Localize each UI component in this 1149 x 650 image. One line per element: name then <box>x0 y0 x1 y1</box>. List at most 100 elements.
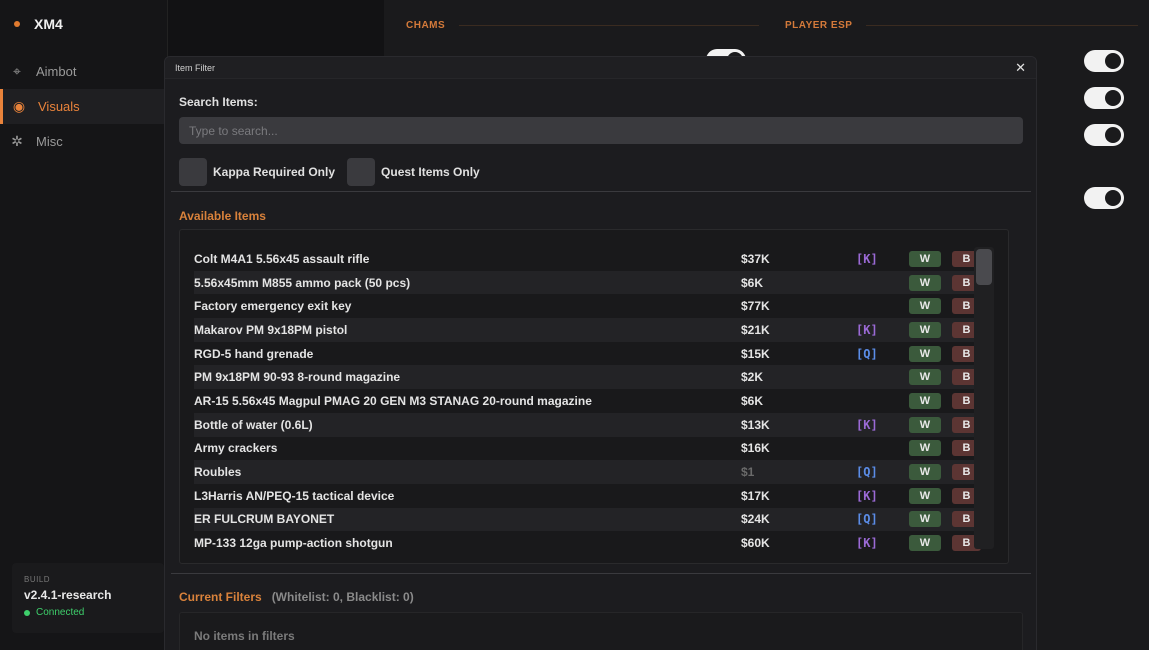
whitelist-button[interactable]: W <box>909 440 941 457</box>
whitelist-button[interactable]: W <box>909 298 941 315</box>
sidebar: XM4 ⌖ Aimbot ◉ Visuals ✲ Misc BUILD v2.4… <box>0 0 168 650</box>
whitelist-button[interactable]: W <box>909 321 941 338</box>
kappa-tag: [K] <box>856 417 878 432</box>
item-name: PM 9x18PM 90-93 8-round magazine <box>194 370 401 385</box>
sidebar-item-label: Misc <box>36 134 63 149</box>
connection-status-label: Connected <box>36 607 85 618</box>
item-price: $77K <box>741 299 770 314</box>
section-chams-title: CHAMS <box>406 20 446 31</box>
section-chams: CHAMS <box>406 20 760 31</box>
table-row: Factory emergency exit key $77K W B <box>194 294 984 318</box>
list-scrollbar[interactable] <box>974 247 994 549</box>
build-version: v2.4.1-research <box>24 588 112 602</box>
app-title: XM4 <box>34 16 63 32</box>
item-price: $60K <box>741 536 770 551</box>
item-name: AR-15 5.56x45 Magpul PMAG 20 GEN M3 STAN… <box>194 393 592 408</box>
sidebar-nav: ⌖ Aimbot ◉ Visuals ✲ Misc <box>0 54 164 159</box>
item-price: $13K <box>741 417 770 432</box>
quest-items-checkbox[interactable] <box>347 158 376 186</box>
quest-tag: [Q] <box>856 512 878 527</box>
whitelist-button[interactable]: W <box>909 345 941 362</box>
table-row: PM 9x18PM 90-93 8-round magazine $2K W B <box>194 365 984 390</box>
item-name: Roubles <box>194 465 242 480</box>
item-name: Factory emergency exit key <box>194 299 352 314</box>
kappa-tag: [K] <box>856 251 878 266</box>
section-player-esp: PLAYER ESP <box>785 20 1139 31</box>
table-row: RGD-5 hand grenade $15K [Q] W B <box>194 342 984 366</box>
item-price: $6K <box>741 275 764 290</box>
esp-toggle-1[interactable] <box>1084 50 1124 72</box>
esp-toggle-4[interactable] <box>1084 187 1124 209</box>
item-price: $15K <box>741 346 770 361</box>
item-price: $37K <box>741 251 770 266</box>
build-info: BUILD v2.4.1-research Connected <box>12 563 164 633</box>
table-row: 5.56x45mm M855 ammo pack (50 pcs) $6K W B <box>194 270 984 295</box>
item-price: $21K <box>741 322 770 337</box>
sidebar-item-visuals[interactable]: ◉ Visuals <box>0 89 164 124</box>
brand-dot-icon <box>14 21 20 27</box>
whitelist-button[interactable]: W <box>909 392 941 409</box>
quest-items-label: Quest Items Only <box>381 165 480 179</box>
item-name: Makarov PM 9x18PM pistol <box>194 322 348 337</box>
search-input[interactable] <box>179 117 1023 144</box>
item-filter-dialog: Item Filter ✕ Search Items: Kappa Requir… <box>164 56 1037 650</box>
item-list: Colt M4A1 5.56x45 assault rifle $37K [K] W B… <box>194 247 984 555</box>
esp-toggle-3[interactable] <box>1084 124 1124 146</box>
divider <box>171 191 1031 192</box>
filters-empty-message: No items in filters <box>194 629 295 643</box>
whitelist-button[interactable]: W <box>909 511 941 528</box>
table-row: Colt M4A1 5.56x45 assault rifle $37K [K] W B <box>194 247 984 271</box>
item-name: RGD-5 hand grenade <box>194 346 314 361</box>
item-price: $24K <box>741 512 770 527</box>
whitelist-button[interactable]: W <box>909 464 941 481</box>
table-row: L3Harris AN/PEQ-15 tactical device $17K [K… <box>194 484 984 508</box>
whitelist-button[interactable]: W <box>909 274 941 291</box>
item-name: L3Harris AN/PEQ-15 tactical device <box>194 488 395 503</box>
kappa-tag: [K] <box>856 536 878 551</box>
table-row: Army crackers $16K W B <box>194 437 984 461</box>
table-row: AR-15 5.56x45 Magpul PMAG 20 GEN M3 STAN… <box>194 389 984 413</box>
eye-icon: ◉ <box>12 98 26 114</box>
section-divider <box>866 25 1139 26</box>
whitelist-button[interactable]: W <box>909 369 941 386</box>
section-player-esp-title: PLAYER ESP <box>785 20 853 31</box>
item-name: ER FULCRUM BAYONET <box>194 512 335 527</box>
kappa-required-label: Kappa Required Only <box>213 165 336 179</box>
esp-toggle-2[interactable] <box>1084 87 1124 109</box>
item-name: 5.56x45mm M855 ammo pack (50 pcs) <box>194 275 411 290</box>
build-label: BUILD <box>24 575 51 584</box>
dialog-title: Item Filter <box>175 62 216 73</box>
sidebar-item-label: Aimbot <box>36 64 77 79</box>
item-name: Colt M4A1 5.56x45 assault rifle <box>194 251 370 266</box>
divider <box>171 573 1031 574</box>
close-icon[interactable]: ✕ <box>1015 60 1026 76</box>
sidebar-item-aimbot[interactable]: ⌖ Aimbot <box>0 54 164 89</box>
crosshair-icon: ⌖ <box>13 63 21 79</box>
sidebar-item-misc[interactable]: ✲ Misc <box>0 124 164 159</box>
item-name: MP-133 12ga pump-action shotgun <box>194 536 393 551</box>
item-name: Army crackers <box>194 441 278 456</box>
item-price: $17K <box>741 488 770 503</box>
item-price: $1 <box>741 465 755 480</box>
table-row: Bottle of water (0.6L) $13K [K] W B <box>194 412 984 437</box>
whitelist-button[interactable]: W <box>909 535 941 552</box>
quest-tag: [Q] <box>856 465 878 480</box>
whitelist-button[interactable]: W <box>909 487 941 504</box>
current-filters-counts: (Whitelist: 0, Blacklist: 0) <box>271 590 414 604</box>
scrollbar-thumb[interactable] <box>976 249 992 285</box>
table-row: ER FULCRUM BAYONET $24K [Q] W B <box>194 507 984 532</box>
available-items-title: Available Items <box>179 209 266 223</box>
sidebar-item-label: Visuals <box>38 99 80 114</box>
whitelist-button[interactable]: W <box>909 250 941 267</box>
current-filters-title: Current Filters <box>179 590 262 604</box>
table-row: Makarov PM 9x18PM pistol $21K [K] W B <box>194 318 984 342</box>
item-name: Bottle of water (0.6L) <box>194 417 313 432</box>
gear-icon: ✲ <box>11 133 23 149</box>
kappa-required-checkbox[interactable] <box>179 158 207 186</box>
connection-status: Connected <box>24 607 152 618</box>
whitelist-button[interactable]: W <box>909 416 941 433</box>
filter-options: Kappa Required Only Quest Items Only <box>179 158 492 186</box>
status-dot-icon <box>24 609 30 616</box>
dialog-titlebar: Item Filter ✕ <box>165 57 1036 79</box>
table-row: Roubles $1 [Q] W B <box>194 460 984 484</box>
